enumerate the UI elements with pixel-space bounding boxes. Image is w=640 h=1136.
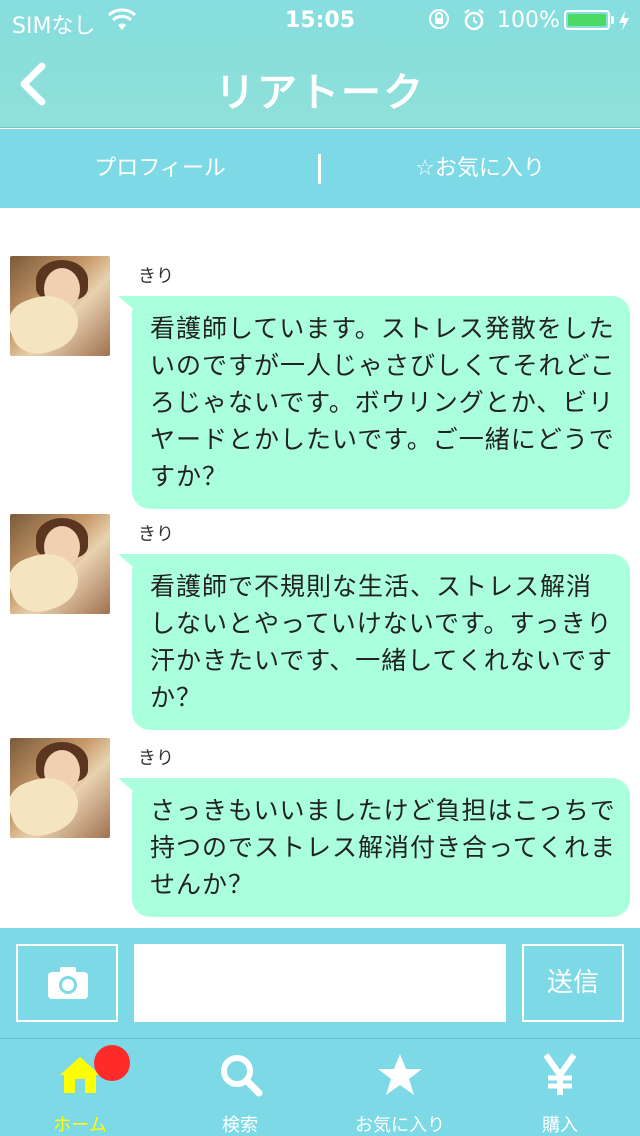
tab-home[interactable]: ホーム (0, 1039, 160, 1136)
sender-name: きり (138, 266, 174, 287)
message-input[interactable] (134, 944, 506, 1022)
notification-badge (94, 1045, 130, 1081)
camera-icon (48, 967, 88, 999)
sender-name: きり (138, 748, 174, 769)
yen-icon (543, 1053, 577, 1095)
tab-favorites[interactable]: お気に入り (320, 1039, 480, 1136)
page-title: リアトーク (215, 70, 425, 116)
message-list[interactable]: きり 看護師しています。ストレス発散をしたいのですが一人じゃさびしくてそれどころ… (0, 208, 640, 928)
send-button[interactable]: 送信 (522, 944, 624, 1022)
rotation-lock-icon (429, 9, 449, 29)
avatar[interactable] (10, 514, 110, 614)
tab-purchase-label: 購入 (542, 1115, 578, 1136)
camera-button[interactable] (16, 944, 118, 1022)
bottom-tab-bar: ホーム 検索 お気に入り 購入 (0, 1038, 640, 1136)
battery-percent: 100% (497, 8, 560, 33)
battery-icon (564, 10, 610, 30)
avatar[interactable] (10, 738, 110, 838)
avatar[interactable] (10, 256, 110, 356)
tab-profile[interactable]: プロフィール (0, 129, 320, 208)
charging-bolt-icon (619, 11, 629, 31)
tab-favorite[interactable]: ☆お気に入り (320, 129, 640, 208)
tab-purchase[interactable]: 購入 (480, 1039, 640, 1136)
search-icon (221, 1055, 263, 1097)
star-icon (378, 1054, 422, 1095)
alarm-icon (464, 9, 484, 31)
message-bubble: さっきもいいましたけど負担はこっちで持つのでストレス解消付き合ってくれませんか？ (132, 778, 630, 917)
tab-home-label: ホーム (53, 1115, 107, 1136)
header: SIMなし 15:05 100% リアトーク (0, 0, 640, 128)
profile-favorite-bar: プロフィール ☆お気に入り (0, 129, 640, 208)
tab-favorites-label: お気に入り (355, 1115, 445, 1136)
tab-search[interactable]: 検索 (160, 1039, 320, 1136)
message-bubble: 看護師しています。ストレス発散をしたいのですが一人じゃさびしくてそれどころじゃな… (132, 296, 630, 509)
battery-fill (568, 14, 606, 26)
tab-search-label: 検索 (222, 1115, 258, 1136)
message-input-bar: 送信 (0, 928, 640, 1038)
sender-name: きり (138, 524, 174, 545)
message-bubble: 看護師で不規則な生活、ストレス解消しないとやっていけないです。すっきり汗かきたい… (132, 554, 630, 730)
battery-tip (611, 16, 614, 24)
status-bar: SIMなし 15:05 100% (0, 0, 640, 40)
